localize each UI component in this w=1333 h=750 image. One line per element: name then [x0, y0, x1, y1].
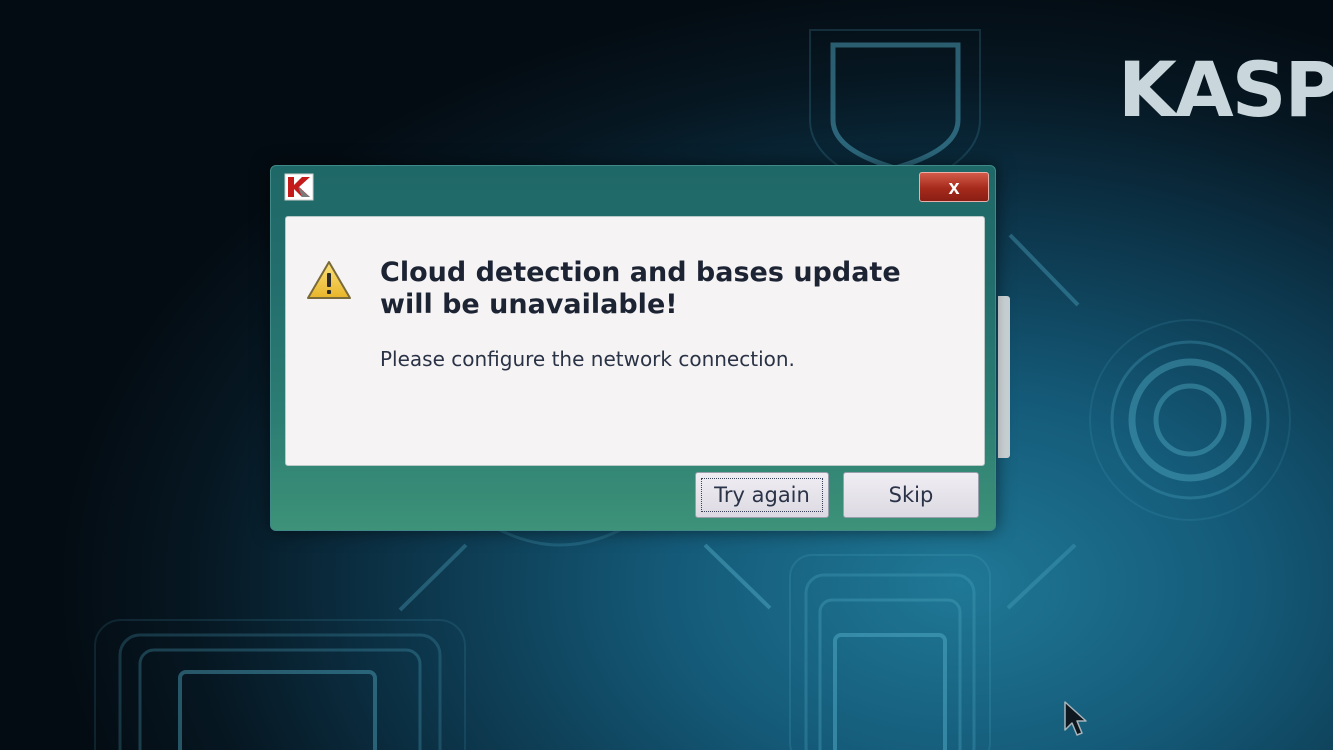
dialog-message: Please configure the network connection.: [380, 347, 795, 371]
dialog-content-panel: Cloud detection and bases update will be…: [285, 216, 985, 466]
skip-label: Skip: [888, 483, 934, 507]
close-icon: x: [948, 177, 960, 199]
try-again-label: Try again: [714, 483, 810, 507]
warning-triangle-icon: [307, 261, 351, 299]
kaspersky-k-icon: [284, 173, 314, 201]
network-warning-dialog: x Cloud detection and bases update will …: [270, 165, 996, 531]
kaspersky-brand-logo-text: KASPE: [1118, 45, 1333, 134]
mouse-pointer-icon: [1064, 701, 1087, 736]
dialog-titlebar[interactable]: x: [271, 166, 995, 208]
skip-button[interactable]: Skip: [843, 472, 979, 518]
dialog-heading: Cloud detection and bases update will be…: [380, 257, 901, 320]
try-again-button[interactable]: Try again: [695, 472, 829, 518]
background-panel-edge: [998, 296, 1010, 458]
close-button[interactable]: x: [919, 172, 989, 202]
